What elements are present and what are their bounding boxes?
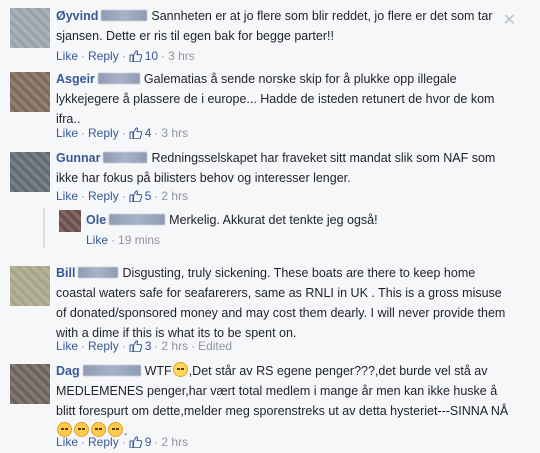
comment-author[interactable]: Bill (56, 266, 75, 280)
like-link[interactable]: Like (86, 233, 108, 247)
like-count[interactable]: 5 (129, 189, 151, 203)
reply-link[interactable]: Reply (88, 339, 119, 353)
comment-author[interactable]: Øyvind (56, 9, 98, 23)
comment: Dag WTF ,Det står av RS egene penger???,de… (0, 360, 540, 453)
comment-time[interactable]: 3 hrs (168, 49, 195, 63)
comment-text: Disgusting, truly sickening. These boats… (56, 266, 506, 340)
close-icon[interactable]: ✕ (503, 10, 516, 29)
comment: Gunnar Redningsselskapet har fraveket sit… (0, 148, 540, 206)
like-count[interactable]: 9 (129, 435, 151, 449)
reply-comment: Ole Merkelig. Akkurat det tenkte jeg også… (0, 208, 540, 250)
avatar[interactable] (10, 8, 50, 48)
avatar[interactable] (10, 152, 50, 192)
redacted-surname (109, 214, 166, 225)
like-link[interactable]: Like (56, 49, 78, 63)
comment: Bill Disgusting, truly sickening. These b… (0, 262, 540, 358)
comment-text-start: WTF (144, 364, 172, 378)
comment: Øyvind Sannheten er at jo flere som blir … (0, 4, 540, 66)
like-link[interactable]: Like (56, 435, 78, 449)
comment: Asgeir Galematias å sende norske skip for… (0, 68, 540, 146)
thumbs-up-icon (129, 50, 142, 62)
comment-author[interactable]: Dag (56, 364, 80, 378)
reply-link[interactable]: Reply (88, 435, 119, 449)
avatar[interactable] (59, 210, 81, 232)
comment-time[interactable]: 3 hrs (161, 126, 188, 140)
avatar[interactable] (10, 266, 50, 306)
reply-link[interactable]: Reply (88, 126, 119, 140)
like-count[interactable]: 3 (129, 339, 151, 353)
comment-time[interactable]: 2 hrs (161, 435, 188, 449)
comment-time[interactable]: 2 hrs (161, 339, 188, 353)
like-link[interactable]: Like (56, 126, 78, 140)
redacted-surname (78, 267, 119, 278)
redacted-surname (82, 365, 141, 376)
comment-time[interactable]: 19 mins (118, 233, 160, 247)
avatar[interactable] (10, 364, 50, 404)
like-link[interactable]: Like (56, 189, 78, 203)
redacted-surname (101, 10, 148, 21)
reply-link[interactable]: Reply (88, 189, 119, 203)
comment-text: Merkelig. Akkurat det tenkte jeg også! (169, 213, 378, 227)
avatar[interactable] (10, 72, 50, 112)
reply-link[interactable]: Reply (88, 49, 119, 63)
thumbs-up-icon (129, 127, 142, 139)
comment-author[interactable]: Gunnar (56, 151, 100, 165)
thumbs-up-icon (129, 190, 142, 202)
redacted-surname (103, 152, 148, 163)
like-link[interactable]: Like (56, 339, 78, 353)
comment-time[interactable]: 2 hrs (161, 189, 188, 203)
thumbs-up-icon (129, 340, 142, 352)
unamused-face-emoji (172, 362, 188, 377)
comment-thread: Øyvind Sannheten er at jo flere som blir … (0, 0, 540, 453)
edited-label[interactable]: Edited (198, 339, 232, 353)
like-count[interactable]: 4 (129, 126, 151, 140)
thumbs-up-icon (129, 436, 142, 448)
redacted-surname (97, 73, 140, 84)
comment-author[interactable]: Ole (86, 213, 106, 227)
comment-author[interactable]: Asgeir (56, 72, 95, 86)
like-count[interactable]: 10 (129, 49, 158, 63)
